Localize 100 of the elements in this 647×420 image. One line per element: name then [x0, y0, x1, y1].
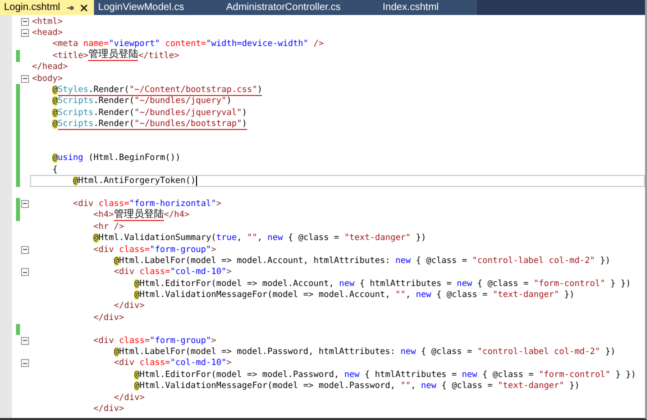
code-token: </div>: [114, 301, 145, 312]
code-token: "~/Content/bootstrap.css": [129, 84, 258, 96]
code-token: 管理员登陆: [88, 50, 138, 62]
razor-marker: @: [114, 347, 120, 358]
code-token: .Render(: [93, 108, 134, 118]
code-token: .Render(: [88, 84, 130, 96]
code-token: ): [257, 84, 262, 96]
file-tab[interactable]: AdministratorController.cs: [222, 0, 379, 15]
collapse-icon[interactable]: [21, 246, 29, 254]
code-token: >: [226, 267, 232, 278]
code-token: new: [420, 381, 436, 392]
code-token: Html.AntiForgeryToken(): [78, 176, 196, 186]
code-token: <meta: [52, 39, 78, 50]
code-token: new: [267, 233, 283, 244]
code-token: "text-danger": [492, 290, 560, 300]
collapse-icon[interactable]: [21, 359, 29, 368]
code-token: }): [569, 381, 580, 392]
code-token: "width=device-width": [206, 39, 308, 50]
code-token: { htmlAttributes =: [360, 278, 453, 289]
code-token: true: [216, 233, 237, 244]
file-tab[interactable]: Index.cshtml: [378, 0, 477, 15]
code-token: Html.ValidationMessageFor(model => model.Password,: [139, 381, 396, 392]
pin-icon[interactable]: [66, 4, 74, 12]
razor-marker: @: [93, 233, 99, 244]
code-token: "text-danger": [498, 381, 564, 392]
code-token: { @class =: [482, 370, 535, 380]
code-token: <body>: [32, 74, 63, 84]
code-token: </title>: [138, 50, 180, 61]
code-token: } }): [610, 278, 631, 289]
code-token: { htmlAttributes =: [364, 370, 458, 380]
code-token: </div>: [93, 404, 124, 414]
code-token: } }): [615, 370, 636, 380]
text-caret: [196, 176, 197, 186]
code-token: "form-group": [150, 336, 212, 346]
code-token: new: [456, 278, 472, 289]
code-token: </head>: [32, 62, 68, 72]
file-tab[interactable]: LoginViewModel.cs: [94, 0, 222, 15]
code-token: new: [339, 278, 354, 289]
code-token: <div: [93, 336, 114, 346]
code-token: <html>: [32, 16, 63, 27]
code-token: <title>: [52, 50, 88, 61]
code-token: .Render(: [93, 118, 134, 130]
code-token: "~/bundles/jqueryval": [134, 108, 242, 118]
code-token: "viewport": [108, 39, 160, 50]
code-token: }): [416, 233, 426, 244]
code-token: >: [211, 336, 216, 346]
code-token: Styles: [58, 84, 88, 96]
code-token: <div: [93, 244, 114, 254]
code-token: >: [226, 358, 232, 368]
code-token: <h4>: [93, 210, 114, 220]
code-token: class=: [140, 358, 170, 368]
file-tab[interactable]: Login.cshtml: [0, 0, 94, 15]
collapse-icon[interactable]: [21, 336, 29, 345]
code-token: { @class =: [477, 278, 530, 289]
code-token: "col-md-10": [170, 267, 227, 278]
code-token: Html.LabelFor(model => model.Password, htmlAttributes:: [119, 347, 396, 358]
collapse-icon[interactable]: [21, 268, 29, 276]
code-token: "col-md-10": [170, 358, 227, 368]
code-token: "control-label col-md-2": [472, 256, 595, 266]
razor-marker: @: [52, 96, 58, 106]
code-token: ,: [236, 233, 243, 244]
code-token: "": [246, 233, 258, 244]
close-icon[interactable]: [80, 4, 88, 12]
code-token: 管理员登陆: [114, 210, 164, 221]
code-token: name=: [83, 39, 109, 50]
collapse-icon[interactable]: [21, 74, 29, 83]
code-token: "form-horizontal": [129, 198, 216, 209]
code-token: ): [242, 118, 247, 130]
code-token: </div>: [93, 312, 124, 323]
code-token: Scripts: [58, 118, 94, 130]
code-token: "form-control": [534, 278, 606, 289]
code-token: <div: [114, 358, 134, 368]
code-token: { @class =: [288, 233, 340, 244]
code-token: {: [52, 164, 58, 175]
collapse-icon[interactable]: [21, 200, 29, 208]
razor-marker: @: [52, 153, 58, 164]
code-token: class=: [119, 336, 150, 346]
change-bar: [16, 50, 20, 62]
code-token: }): [564, 290, 575, 300]
code-token: ,: [406, 290, 412, 300]
code-token: { @class =: [420, 347, 474, 358]
change-bar: [16, 324, 20, 335]
code-token: </div>: [114, 392, 145, 403]
code-token: Scripts: [58, 96, 94, 106]
razor-marker: @: [52, 119, 58, 130]
razor-marker: @: [52, 108, 58, 118]
code-token: "control-label col-md-2": [477, 347, 600, 358]
code-token: class=: [140, 267, 170, 278]
code-token: "": [395, 290, 406, 300]
code-token: />: [314, 39, 324, 50]
razor-marker: @: [72, 176, 78, 186]
collapse-icon[interactable]: [21, 29, 29, 38]
code-token: ,: [410, 381, 417, 392]
code-token: }): [605, 347, 616, 358]
code-token: "~/bundles/jquery": [134, 96, 227, 106]
code-token: using: [58, 153, 84, 164]
code-token: Html.ValidationSummary(: [98, 233, 216, 244]
collapse-icon[interactable]: [21, 18, 29, 26]
code-token: Html.LabelFor(model => model.Account, htmlAttributes:: [119, 256, 392, 266]
code-token: new: [462, 370, 478, 380]
